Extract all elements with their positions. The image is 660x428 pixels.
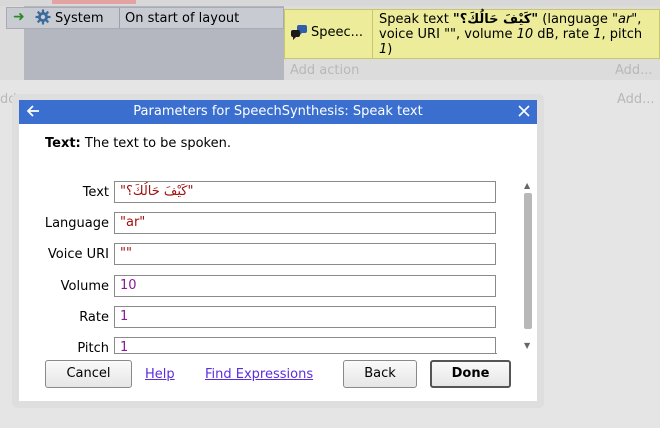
parameters-scrollbar[interactable]: ▲ ▼ bbox=[523, 181, 533, 352]
param-label-rate: Rate bbox=[79, 310, 109, 325]
add-action-link[interactable]: Add action bbox=[290, 63, 359, 78]
action-desc-text-value: "كَيْفَ حَالُكَ؟" bbox=[452, 12, 539, 27]
rate-field[interactable]: 1 bbox=[114, 306, 496, 328]
close-icon[interactable] bbox=[517, 104, 531, 122]
find-expressions-link[interactable]: Find Expressions bbox=[205, 367, 313, 382]
action-description: Speak text "كَيْفَ حَالُكَ؟" (language "… bbox=[379, 12, 659, 57]
dialog-titlebar: Parameters for SpeechSynthesis: Speak te… bbox=[19, 100, 537, 124]
param-label-text: Text bbox=[82, 185, 109, 200]
action-desc-text: (language bbox=[538, 12, 613, 27]
condition-object: System bbox=[55, 11, 104, 26]
condition-text: On start of layout bbox=[125, 11, 240, 26]
volume-field[interactable]: 10 bbox=[114, 275, 496, 297]
action-row[interactable]: Speec... Speak text "كَيْفَ حَالُكَ؟" (l… bbox=[284, 9, 660, 59]
action-desc-text: , volume bbox=[456, 27, 517, 42]
sheet-tab-highlight bbox=[52, 0, 136, 4]
param-label-language: Language bbox=[44, 216, 109, 231]
dialog-title: Parameters for SpeechSynthesis: Speak te… bbox=[133, 104, 423, 119]
pitch-field[interactable]: 1 bbox=[114, 337, 496, 354]
action-desc-text: ) bbox=[387, 42, 393, 57]
action-desc-volume: 10 bbox=[516, 27, 534, 42]
language-field[interactable]: "ar" bbox=[114, 212, 496, 234]
action-desc-text: , pitch bbox=[601, 27, 643, 42]
description-label: Text: bbox=[45, 136, 81, 151]
description-text: The text to be spoken. bbox=[80, 136, 231, 151]
voice-uri-field[interactable]: "" bbox=[114, 243, 496, 265]
action-desc-text: dB, rate bbox=[533, 27, 594, 42]
parameters-dialog: Parameters for SpeechSynthesis: Speak te… bbox=[19, 100, 537, 401]
back-button[interactable]: Back bbox=[343, 360, 417, 388]
text-field[interactable]: "كَيْفَ حَالُكَ؟" bbox=[114, 181, 496, 203]
speech-bubble-icon bbox=[290, 24, 308, 46]
parameter-description: Text: The text to be spoken. bbox=[45, 136, 231, 151]
cancel-button[interactable]: Cancel bbox=[45, 360, 132, 388]
scrollbar-thumb[interactable] bbox=[524, 193, 532, 329]
scroll-down-icon[interactable]: ▼ bbox=[524, 341, 530, 350]
scroll-clip-edge bbox=[114, 353, 497, 354]
action-desc-language: "ar" bbox=[612, 12, 638, 27]
scroll-up-icon[interactable]: ▲ bbox=[524, 181, 530, 190]
param-label-pitch: Pitch bbox=[77, 341, 109, 356]
action-object: Speec... bbox=[311, 25, 364, 40]
divider bbox=[372, 10, 373, 58]
done-button[interactable]: Done bbox=[430, 360, 511, 388]
condition-row[interactable]: ➜ System On start of layout bbox=[6, 7, 284, 29]
gear-icon bbox=[35, 9, 51, 29]
add-link[interactable]: Add... bbox=[615, 63, 653, 78]
param-label-voice-uri: Voice URI bbox=[47, 247, 109, 262]
add-link[interactable]: Add... bbox=[617, 92, 655, 107]
action-desc-rate: 1 bbox=[593, 27, 602, 42]
help-link[interactable]: Help bbox=[145, 367, 175, 382]
action-desc-voice: "" bbox=[444, 27, 457, 42]
divider bbox=[119, 8, 120, 28]
action-desc-text: Speak text bbox=[379, 12, 453, 27]
trigger-arrow-icon: ➜ bbox=[13, 9, 25, 25]
param-label-volume: Volume bbox=[60, 279, 109, 294]
